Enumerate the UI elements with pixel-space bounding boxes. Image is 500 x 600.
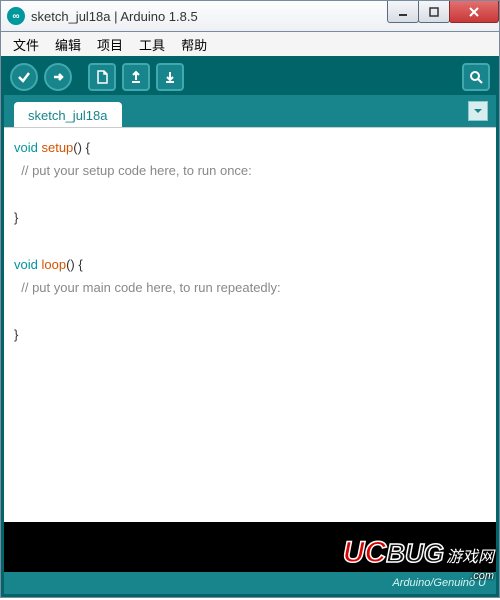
serial-monitor-button[interactable] bbox=[462, 63, 490, 91]
code-line: void loop() { bbox=[14, 253, 486, 276]
tab-menu-button[interactable] bbox=[468, 101, 488, 121]
board-info: Arduino/Genuino U bbox=[392, 577, 486, 589]
upload-button[interactable] bbox=[44, 63, 72, 91]
code-line bbox=[14, 300, 486, 323]
menu-bar: 文件 编辑 项目 工具 帮助 bbox=[0, 32, 500, 56]
status-bar: Arduino/Genuino U bbox=[4, 572, 496, 594]
menu-project[interactable]: 项目 bbox=[89, 33, 131, 56]
menu-edit[interactable]: 编辑 bbox=[47, 33, 89, 56]
app-frame: sketch_jul18a void setup() { // put your… bbox=[0, 56, 500, 598]
menu-tools[interactable]: 工具 bbox=[131, 33, 173, 56]
arduino-logo-icon: ∞ bbox=[7, 7, 25, 25]
toolbar bbox=[4, 59, 496, 95]
code-line: // put your main code here, to run repea… bbox=[14, 276, 486, 299]
chevron-down-icon bbox=[472, 105, 484, 117]
code-line: void setup() { bbox=[14, 136, 486, 159]
new-button[interactable] bbox=[88, 63, 116, 91]
menu-help[interactable]: 帮助 bbox=[173, 33, 215, 56]
code-line bbox=[14, 183, 486, 206]
tab-active[interactable]: sketch_jul18a bbox=[14, 102, 122, 127]
open-button[interactable] bbox=[122, 63, 150, 91]
code-line: // put your setup code here, to run once… bbox=[14, 159, 486, 182]
verify-button[interactable] bbox=[10, 63, 38, 91]
window-controls bbox=[388, 1, 499, 23]
code-line: } bbox=[14, 206, 486, 229]
menu-file[interactable]: 文件 bbox=[5, 33, 47, 56]
save-button[interactable] bbox=[156, 63, 184, 91]
window-title: sketch_jul18a | Arduino 1.8.5 bbox=[31, 9, 198, 24]
close-button[interactable] bbox=[449, 1, 499, 23]
window-titlebar: ∞ sketch_jul18a | Arduino 1.8.5 bbox=[0, 0, 500, 32]
maximize-button[interactable] bbox=[418, 1, 450, 23]
tab-bar: sketch_jul18a bbox=[4, 95, 496, 127]
output-console[interactable] bbox=[4, 522, 496, 572]
minimize-button[interactable] bbox=[387, 1, 419, 23]
code-editor[interactable]: void setup() { // put your setup code he… bbox=[4, 127, 496, 522]
code-line bbox=[14, 230, 486, 253]
code-line: } bbox=[14, 323, 486, 346]
